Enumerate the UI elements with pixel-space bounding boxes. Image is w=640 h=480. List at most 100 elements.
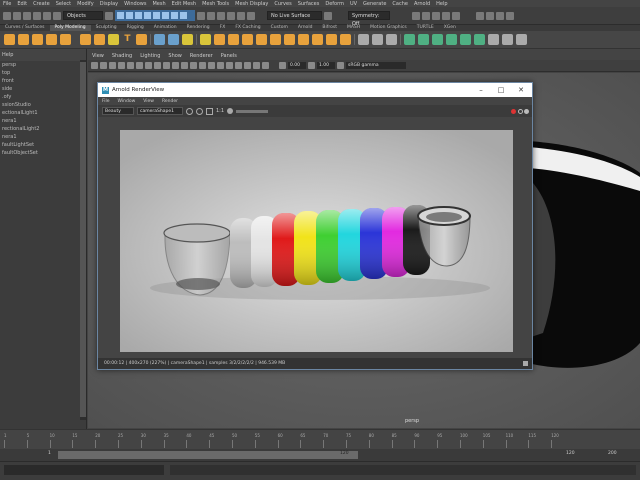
time-slider[interactable]: 1 5 10 15 20 25 30 35 40 45 50 55 60 65 70 75 80 85 90 95 10… — [0, 429, 640, 449]
grab-icon[interactable] — [446, 34, 457, 45]
poly-plane-icon[interactable] — [80, 34, 91, 45]
select-mode-dropdown[interactable]: Objects — [63, 11, 103, 20]
snap-surface-icon[interactable] — [227, 11, 235, 20]
extrude-icon[interactable] — [200, 34, 211, 45]
menu-mesh[interactable]: Mesh — [149, 1, 168, 7]
viewport-menu-lighting[interactable]: Lighting — [136, 53, 164, 59]
command-input[interactable] — [4, 465, 164, 475]
poly-disc-icon[interactable] — [94, 34, 105, 45]
menu-cache[interactable]: Cache — [389, 1, 411, 7]
menu-help[interactable]: Help — [433, 1, 450, 7]
render-icon[interactable] — [237, 11, 245, 20]
menu-deform[interactable]: Deform — [322, 1, 347, 7]
stop-render-icon[interactable] — [196, 107, 203, 115]
separate-icon[interactable] — [168, 34, 179, 45]
relax-icon[interactable] — [432, 34, 443, 45]
textured-icon[interactable] — [190, 62, 197, 69]
viewport-menu-panels[interactable]: Panels — [217, 53, 241, 59]
circularize-icon[interactable] — [326, 34, 337, 45]
snap-curve-icon[interactable] — [207, 11, 215, 20]
gamma-field[interactable]: 1.00 — [317, 62, 335, 69]
undo-icon[interactable] — [43, 11, 51, 20]
wireframe-icon[interactable] — [163, 62, 170, 69]
exposure-slider[interactable] — [236, 109, 269, 113]
attribute-editor-icon[interactable] — [486, 11, 494, 20]
menu-mesh-display[interactable]: Mesh Display — [232, 1, 271, 7]
default-material-icon[interactable] — [181, 62, 188, 69]
menu-mesh-tools[interactable]: Mesh Tools — [199, 1, 232, 7]
menu-edit-mesh[interactable]: Edit Mesh — [169, 1, 199, 7]
poly-cylinder-icon[interactable] — [32, 34, 43, 45]
snap-point-icon[interactable] — [217, 11, 225, 20]
outliner-item[interactable]: faultLightSet — [0, 141, 86, 149]
range-bar[interactable] — [58, 451, 358, 459]
smooth-shade-icon[interactable] — [172, 62, 179, 69]
hypershade-icon[interactable] — [442, 11, 450, 20]
outliner-item[interactable]: side — [0, 85, 86, 93]
append-icon[interactable] — [242, 34, 253, 45]
color-management-icon[interactable] — [337, 62, 344, 69]
tool-settings-icon[interactable] — [496, 11, 504, 20]
outliner-item[interactable]: rectionalLight2 — [0, 125, 86, 133]
refresh-icon[interactable] — [518, 108, 523, 114]
render-channels-icon[interactable] — [186, 107, 193, 115]
camera-icon[interactable] — [412, 11, 420, 20]
outliner-scroll-thumb[interactable] — [80, 62, 86, 417]
edge-loop-icon[interactable] — [298, 34, 309, 45]
ipr-icon[interactable] — [247, 11, 255, 20]
viewport-menu-show[interactable]: Show — [164, 53, 186, 59]
crease-icon[interactable] — [502, 34, 513, 45]
menu-display[interactable]: Display — [97, 1, 121, 7]
renderview-titlebar[interactable]: M Arnold RenderView – □ ✕ — [98, 83, 532, 97]
shadows-icon[interactable] — [208, 62, 215, 69]
merge-icon[interactable] — [312, 34, 323, 45]
soft-select-icon[interactable] — [324, 11, 332, 20]
uv-editor-icon[interactable] — [358, 34, 369, 45]
sculpt-icon[interactable] — [404, 34, 415, 45]
outliner-item[interactable]: nera1 — [0, 117, 86, 125]
isolate-icon[interactable] — [235, 62, 242, 69]
multi-cut-icon[interactable] — [270, 34, 281, 45]
outliner-item[interactable]: ectionalLight1 — [0, 109, 86, 117]
collapse-icon[interactable] — [340, 34, 351, 45]
lights-icon[interactable] — [199, 62, 206, 69]
outliner-item[interactable]: faultObjectSet — [0, 149, 86, 157]
target-weld-icon[interactable] — [284, 34, 295, 45]
render-view-icon[interactable] — [422, 11, 430, 20]
automatic-map-icon[interactable] — [386, 34, 397, 45]
bookmark-icon[interactable] — [109, 62, 116, 69]
viewport-menu-shading[interactable]: Shading — [108, 53, 136, 59]
menu-windows[interactable]: Windows — [121, 1, 149, 7]
outliner-item[interactable]: persp — [0, 61, 86, 69]
smooth-brush-icon[interactable] — [418, 34, 429, 45]
outliner-item[interactable]: front — [0, 77, 86, 85]
renderview-menu-render[interactable]: Render — [158, 99, 182, 104]
live-surface-field[interactable]: No Live Surface — [267, 11, 322, 20]
gate-mask-icon[interactable] — [154, 62, 161, 69]
symmetry-dropdown[interactable]: Symmetry: Off — [348, 11, 390, 27]
ao-icon[interactable] — [217, 62, 224, 69]
xray-components-icon[interactable] — [262, 62, 269, 69]
planar-map-icon[interactable] — [372, 34, 383, 45]
red-render-icon[interactable] — [511, 108, 516, 114]
render-settings-icon[interactable] — [432, 11, 440, 20]
close-icon[interactable]: ✕ — [512, 83, 530, 97]
menu-create[interactable]: Create — [30, 1, 53, 7]
svg-tool-icon[interactable] — [136, 34, 147, 45]
menu-select[interactable]: Select — [53, 1, 74, 7]
outliner-item[interactable]: nera1 — [0, 133, 86, 141]
ratio-label[interactable]: 1:1 — [216, 108, 224, 114]
pinch-icon[interactable] — [460, 34, 471, 45]
poly-cube-icon[interactable] — [18, 34, 29, 45]
smooth-icon[interactable] — [182, 34, 193, 45]
poly-torus-icon[interactable] — [60, 34, 71, 45]
menu-surfaces[interactable]: Surfaces — [295, 1, 323, 7]
mirror-icon[interactable] — [488, 34, 499, 45]
menu-modify[interactable]: Modify — [74, 1, 97, 7]
xray-icon[interactable] — [244, 62, 251, 69]
fill-hole-icon[interactable] — [256, 34, 267, 45]
save-scene-icon[interactable] — [33, 11, 41, 20]
menu-uv[interactable]: UV — [347, 1, 360, 7]
select-camera-icon[interactable] — [91, 62, 98, 69]
exposure-slider-icon[interactable] — [227, 108, 234, 114]
